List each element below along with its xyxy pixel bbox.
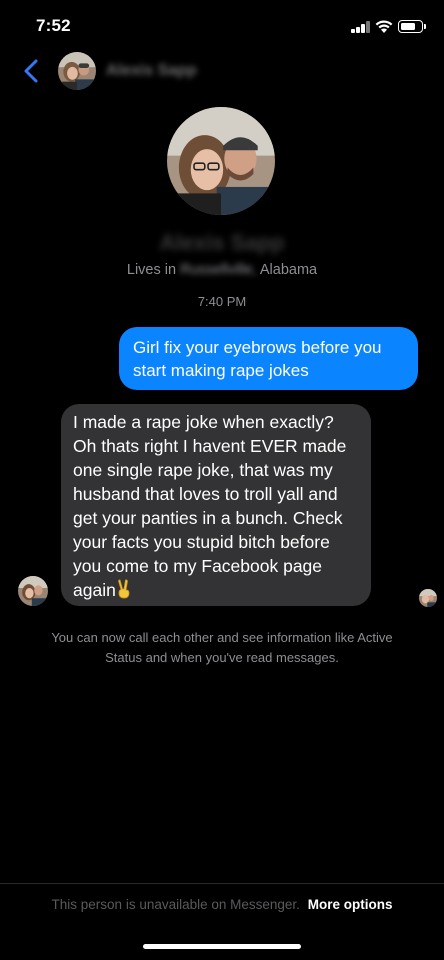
battery-level [400,22,415,30]
incoming-message-text: I made a rape joke when exactly? Oh that… [73,412,347,600]
incoming-message-bubble[interactable]: I made a rape joke when exactly? Oh that… [61,404,371,606]
chevron-left-icon [24,59,38,83]
seen-photo-icon [419,589,437,607]
location-prefix: Lives in [126,262,177,278]
wifi-icon [374,18,394,34]
outgoing-message-bubble[interactable]: Girl fix your eyebrows before you start … [119,327,418,390]
profile-location: Lives in Russellville, Alabama [0,262,444,278]
seen-indicator-avatar [419,589,437,607]
outgoing-message-text: Girl fix your eyebrows before you start … [133,338,382,380]
message-timestamp: 7:40 PM [197,294,247,309]
profile-name: Alexis Sapp [159,230,285,255]
contact-photo-icon [58,52,96,90]
more-options-button[interactable]: More options [308,897,393,912]
back-button[interactable] [20,58,44,84]
location-city: Russellville, [180,262,257,278]
location-state: Alabama [259,262,318,278]
status-time: 7:52 [36,16,71,35]
connection-info-note: You can now call each other and see info… [51,630,393,665]
victory-hand-emoji [116,579,132,599]
cellular-signal-icon [351,21,371,33]
profile-avatar[interactable] [167,107,275,215]
header-avatar[interactable] [58,52,96,90]
battery-tip [424,24,426,29]
footer-divider [0,883,444,884]
home-indicator[interactable] [143,944,301,949]
battery-icon [398,20,423,33]
sender-avatar[interactable] [18,576,48,606]
sender-photo-icon [18,576,48,606]
footer-bar: This person is unavailable on Messenger.… [0,897,444,912]
header-contact-name[interactable]: Alexis Sapp [106,62,197,80]
profile-photo-icon [167,107,275,215]
unavailable-notice: This person is unavailable on Messenger. [51,897,300,912]
status-bar: 7:52 [0,0,444,50]
